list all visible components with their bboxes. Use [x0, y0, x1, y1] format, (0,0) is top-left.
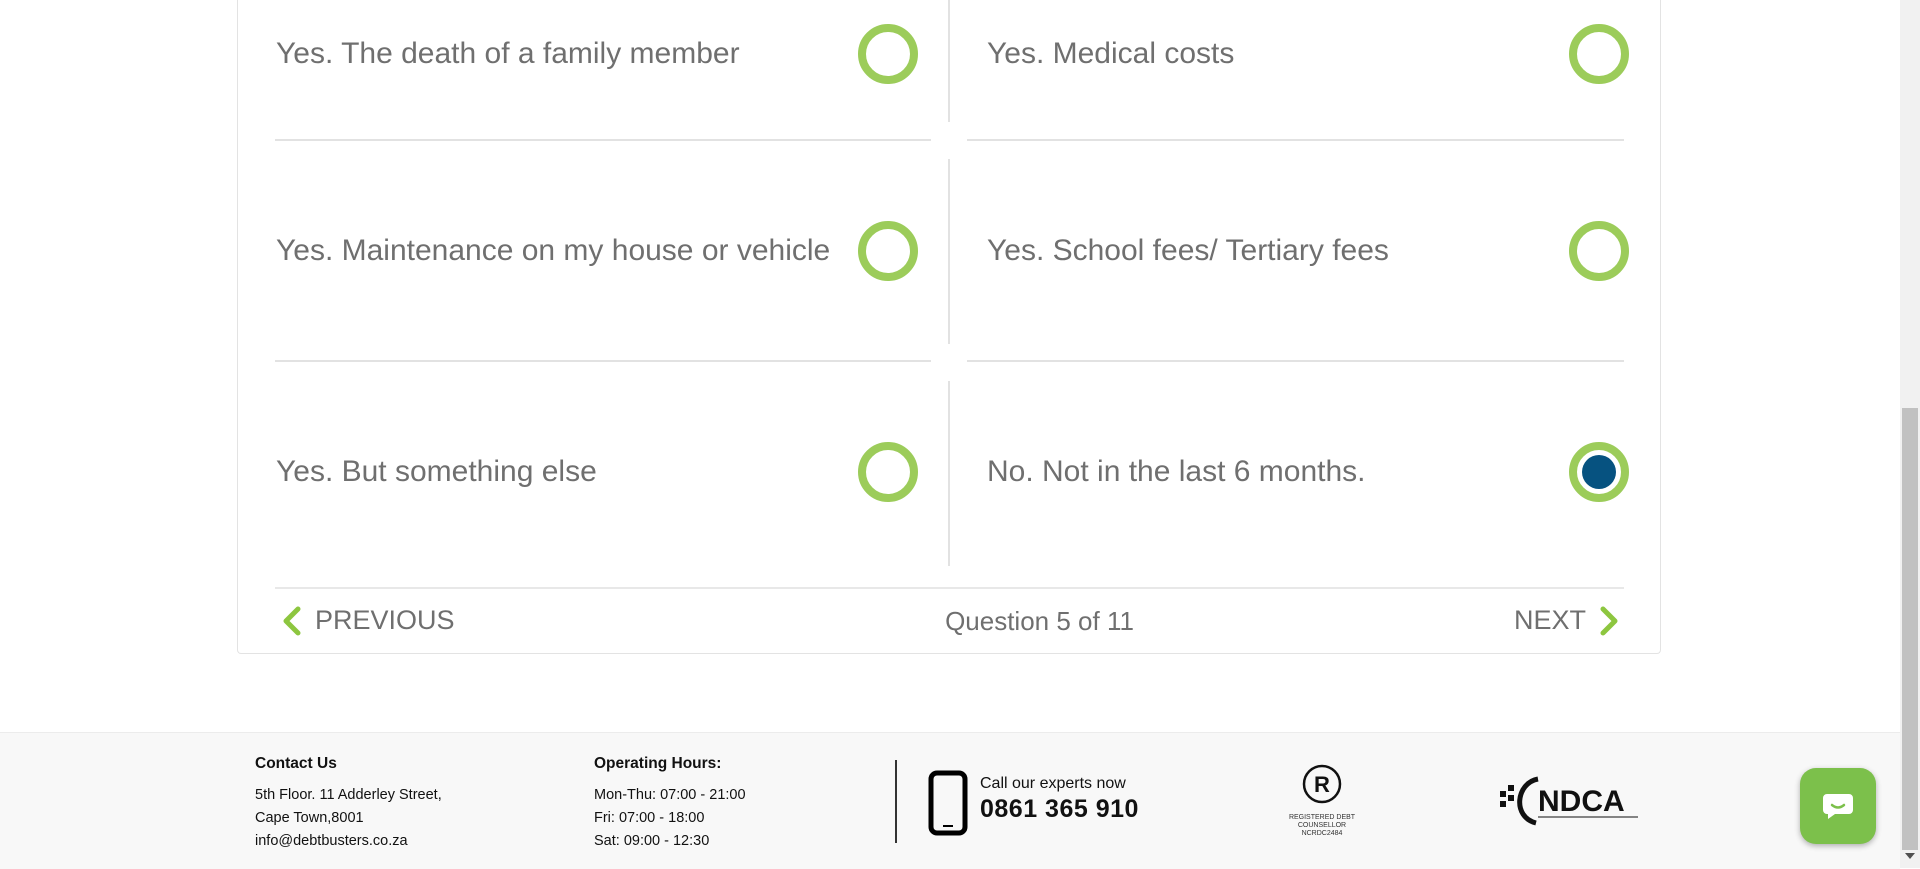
divider [967, 360, 1624, 362]
hours-mon-thu: Mon-Thu: 07:00 - 21:00 [594, 787, 746, 803]
question-navigation: PREVIOUS Question 5 of 11 NEXT [275, 587, 1624, 656]
option-maintenance[interactable]: Yes. Maintenance on my house or vehicle [276, 140, 936, 361]
divider [275, 139, 931, 141]
mobile-phone-icon [928, 770, 968, 836]
call-prompt: Call our experts now [980, 775, 1126, 792]
divider [275, 360, 931, 362]
footer: Contact Us 5th Floor. 11 Adderley Street… [0, 732, 1900, 869]
chevron-right-icon [1600, 606, 1618, 635]
scrollbar-thumb[interactable] [1902, 408, 1918, 850]
option-label: Yes. But something else [276, 454, 597, 488]
divider [967, 139, 1624, 141]
scroll-down-arrow-icon[interactable] [1905, 853, 1915, 859]
radio-button[interactable] [858, 23, 918, 84]
option-label: No. Not in the last 6 months. [987, 454, 1366, 488]
chat-bubble-icon [1823, 794, 1853, 819]
hours-sat: Sat: 09:00 - 12:30 [594, 833, 710, 849]
option-something-else[interactable]: Yes. But something else [276, 361, 936, 582]
operating-hours: Operating Hours: Mon-Thu: 07:00 - 21:00 … [594, 752, 746, 853]
option-label: Yes. The death of a family member [276, 36, 740, 70]
registered-debt-counsellor-logo: R REGISTERED DEBT COUNSELLOR NCRDC2484 [1288, 763, 1356, 838]
option-label: Yes. Medical costs [987, 36, 1235, 70]
hours-fri: Fri: 07:00 - 18:00 [594, 810, 705, 826]
registered-caption: REGISTERED DEBT COUNSELLOR NCRDC2484 [1288, 814, 1356, 837]
hours-heading: Operating Hours: [594, 755, 722, 772]
radio-button[interactable] [858, 220, 918, 281]
question-progress: Question 5 of 11 [945, 606, 1134, 636]
registered-mark-icon: R [1302, 764, 1342, 804]
divider [948, 0, 950, 122]
option-not-in-last-6-months[interactable]: No. Not in the last 6 months. [987, 361, 1647, 582]
address-line-2: Cape Town,8001 [255, 810, 364, 826]
radio-button-selected[interactable] [1569, 441, 1629, 502]
address-line-1: 5th Floor. 11 Adderley Street, [255, 787, 442, 803]
call-us[interactable]: Call our experts now 0861 365 910 [980, 775, 1139, 824]
svg-text:NDCA: NDCA [1538, 785, 1625, 818]
divider [948, 159, 950, 344]
next-label: NEXT [1513, 605, 1586, 635]
chat-button[interactable] [1800, 768, 1876, 844]
radio-button[interactable] [858, 441, 918, 502]
email-link[interactable]: info@debtbusters.co.za [255, 830, 442, 853]
phone-number[interactable]: 0861 365 910 [980, 795, 1139, 824]
radio-button[interactable] [1569, 220, 1629, 281]
contact-heading: Contact Us [255, 755, 337, 772]
option-school-fees[interactable]: Yes. School fees/ Tertiary fees [987, 140, 1647, 361]
ndca-logo: NDCA [1500, 776, 1638, 826]
next-button[interactable]: NEXT [1514, 605, 1620, 636]
contact-us: Contact Us 5th Floor. 11 Adderley Street… [255, 752, 442, 853]
option-label: Yes. School fees/ Tertiary fees [987, 233, 1389, 267]
svg-text:R: R [1314, 772, 1330, 797]
radio-button[interactable] [1569, 23, 1629, 84]
option-label: Yes. Maintenance on my house or vehicle [276, 233, 831, 267]
divider [948, 381, 950, 566]
footer-divider [895, 760, 897, 843]
